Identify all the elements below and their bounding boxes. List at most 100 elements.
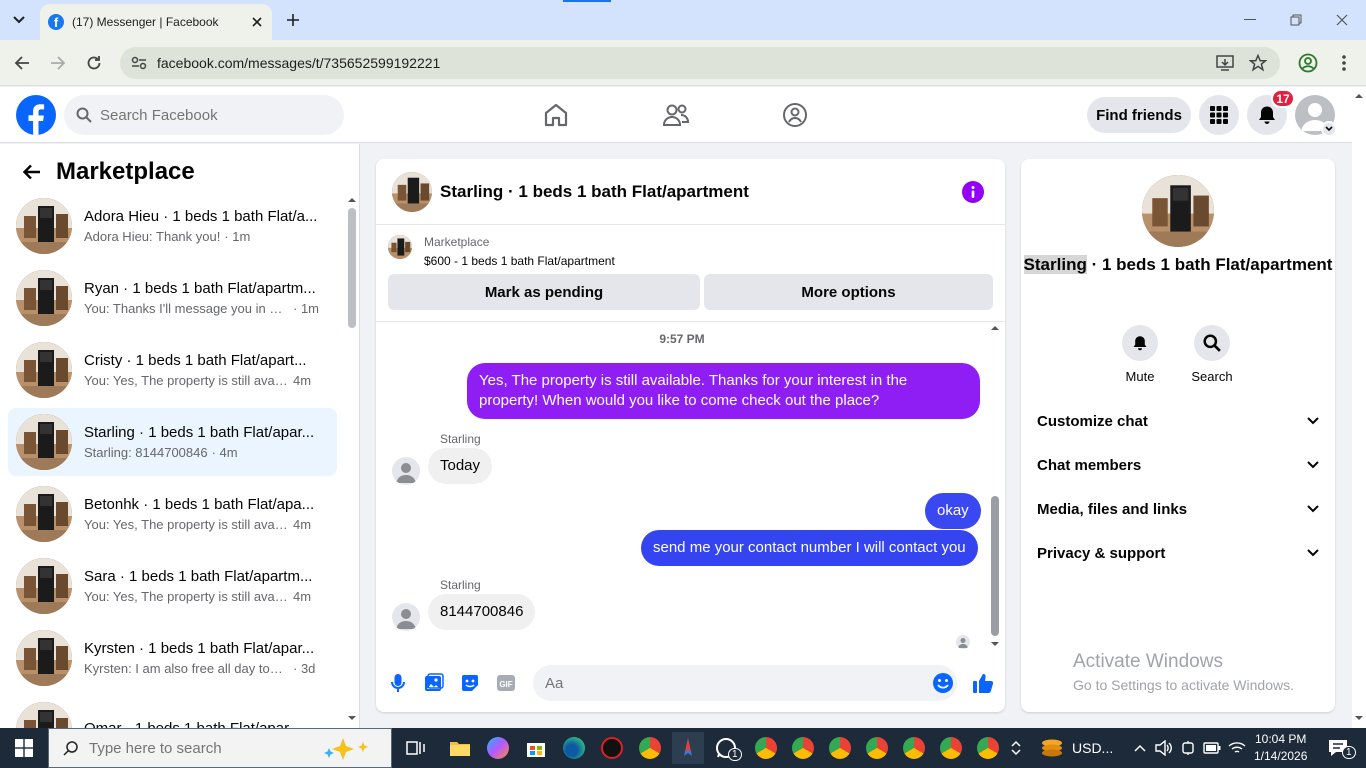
page-scrollbar[interactable] — [1352, 88, 1366, 728]
chat-list-item[interactable]: Cristy · 1 beds 1 bath Flat/apart... You:… — [8, 336, 337, 404]
chat-info-avatar[interactable] — [1142, 175, 1214, 247]
facebook-search-input[interactable] — [100, 106, 320, 124]
bookmark-star-icon[interactable] — [1248, 53, 1268, 73]
chat-members-row[interactable]: Chat members — [1037, 443, 1319, 487]
message-bubble-incoming[interactable]: Today — [428, 448, 493, 484]
marketplace-listing[interactable]: Marketplace $600 - 1 beds 1 bath Flat/ap… — [388, 235, 615, 268]
thread-scrollbar[interactable] — [990, 324, 1000, 652]
sticker-button[interactable] — [456, 669, 484, 697]
chat-list-scroll-thumb[interactable] — [348, 208, 356, 328]
taskbar-overflow-button[interactable] — [1004, 732, 1028, 764]
chat-list-item[interactable]: Ryan · 1 beds 1 bath Flat/apartm... You: … — [8, 264, 337, 332]
message-input[interactable] — [533, 665, 957, 701]
task-view-button[interactable] — [400, 732, 432, 764]
voice-clip-button[interactable] — [384, 669, 412, 697]
send-like-button[interactable] — [969, 669, 997, 697]
taskbar-search-input[interactable] — [89, 739, 309, 757]
currency-text[interactable]: USD... — [1072, 740, 1113, 756]
message-bubble-outgoing[interactable]: Yes, The property is still available. Th… — [467, 363, 980, 419]
chrome-profile-2[interactable] — [787, 732, 819, 764]
whatsapp-app[interactable]: 1 — [710, 732, 742, 764]
mark-as-pending-button[interactable]: Mark as pending — [388, 274, 700, 310]
site-settings-icon[interactable] — [129, 53, 149, 73]
profile-button[interactable] — [1296, 51, 1320, 75]
mute-action[interactable]: Mute — [1110, 325, 1170, 384]
chrome-profile-6[interactable] — [935, 732, 967, 764]
taskbar-search[interactable] — [48, 728, 392, 768]
start-button[interactable] — [0, 728, 48, 768]
notification-center-button[interactable]: 1 — [1322, 732, 1356, 764]
currency-widget[interactable] — [1036, 732, 1068, 764]
active-app[interactable] — [672, 732, 704, 764]
chrome-app[interactable] — [634, 732, 666, 764]
chrome-profile-7[interactable] — [972, 732, 1004, 764]
network-device-button[interactable] — [1176, 732, 1200, 764]
close-window-button[interactable] — [1322, 8, 1362, 32]
url-text[interactable]: facebook.com/messages/t/735652599192221 — [157, 55, 440, 71]
tab-search-button[interactable] — [6, 8, 32, 32]
minimize-button[interactable] — [1230, 8, 1270, 32]
chrome-profile-5[interactable] — [898, 732, 930, 764]
chat-avatar — [16, 270, 72, 326]
conversation-info-button[interactable] — [962, 181, 984, 203]
more-options-button[interactable]: More options — [704, 274, 993, 310]
back-button[interactable] — [10, 51, 34, 75]
emoji-button[interactable] — [929, 669, 957, 697]
nav-home[interactable] — [540, 99, 572, 131]
install-app-icon[interactable] — [1215, 53, 1235, 73]
sender-avatar[interactable] — [392, 457, 420, 485]
store-app[interactable] — [520, 732, 552, 764]
address-bar[interactable]: facebook.com/messages/t/735652599192221 — [120, 47, 1280, 79]
file-explorer-app[interactable] — [444, 732, 476, 764]
new-tab-button[interactable] — [282, 9, 304, 31]
chat-list-item[interactable]: Betonhk · 1 beds 1 bath Flat/apa... You: … — [8, 480, 337, 548]
sender-avatar[interactable] — [392, 603, 420, 631]
back-to-chats-button[interactable] — [16, 156, 48, 188]
browser-menu-button[interactable] — [1332, 51, 1356, 75]
kebab-menu-icon — [1342, 55, 1346, 71]
customize-chat-row[interactable]: Customize chat — [1037, 399, 1319, 443]
nav-friends[interactable] — [660, 99, 692, 131]
forward-button[interactable] — [46, 51, 70, 75]
chat-list-item[interactable]: Omar · 1 beds 1 bath Flat/apar... — [8, 696, 337, 728]
red-app[interactable] — [596, 732, 628, 764]
privacy-support-row[interactable]: Privacy & support — [1037, 531, 1319, 575]
battery-button[interactable] — [1200, 732, 1224, 764]
conversation-avatar[interactable] — [392, 171, 432, 212]
copilot-app[interactable] — [482, 732, 514, 764]
message-bubble-outgoing[interactable]: okay — [925, 493, 981, 529]
search-action[interactable]: Search — [1182, 325, 1242, 384]
wifi-button[interactable] — [1224, 732, 1250, 764]
menu-button[interactable] — [1199, 95, 1239, 135]
gif-button[interactable]: GIF — [492, 669, 520, 697]
message-bubble-incoming[interactable]: 8144700846 — [428, 594, 536, 630]
chat-list-item[interactable]: Kyrsten · 1 beds 1 bath Flat/apar... Kyrs… — [8, 624, 337, 692]
taskbar-clock[interactable]: 10:04 PM 1/14/2026 — [1254, 731, 1307, 765]
reload-button[interactable] — [82, 51, 106, 75]
message-bubble-outgoing[interactable]: send me your contact number I will conta… — [641, 530, 978, 566]
close-tab-button[interactable] — [246, 11, 268, 33]
marketplace-label: Marketplace — [424, 235, 490, 249]
find-friends-button[interactable]: Find friends — [1087, 97, 1191, 133]
media-files-links-row[interactable]: Media, files and links — [1037, 487, 1319, 531]
restore-button[interactable] — [1276, 8, 1316, 32]
chrome-profile-4[interactable] — [861, 732, 893, 764]
browser-tab[interactable]: f (17) Messenger | Facebook — [40, 4, 272, 40]
chat-list-item[interactable]: Sara · 1 beds 1 bath Flat/apartm... You: … — [8, 552, 337, 620]
account-menu-caret[interactable] — [1321, 121, 1337, 137]
chrome-profile-1[interactable] — [750, 732, 782, 764]
tray-expand-button[interactable] — [1128, 732, 1152, 764]
chat-list-scrollbar[interactable] — [347, 196, 357, 726]
volume-button[interactable] — [1152, 732, 1176, 764]
chrome-profile-3[interactable] — [824, 732, 856, 764]
chevron-down-icon — [1307, 549, 1319, 557]
chat-avatar — [16, 342, 72, 398]
nav-groups[interactable] — [779, 99, 811, 131]
edge-app[interactable] — [558, 732, 590, 764]
facebook-search-box[interactable] — [64, 95, 344, 135]
thread-scroll-thumb[interactable] — [991, 496, 999, 636]
facebook-logo[interactable] — [16, 95, 56, 135]
attach-photo-button[interactable] — [420, 669, 448, 697]
chat-list-item[interactable]: Adora Hieu · 1 beds 1 bath Flat/a... Ador… — [8, 192, 337, 260]
chat-list-item[interactable]: Starling · 1 beds 1 bath Flat/apar... Sta… — [8, 408, 337, 476]
